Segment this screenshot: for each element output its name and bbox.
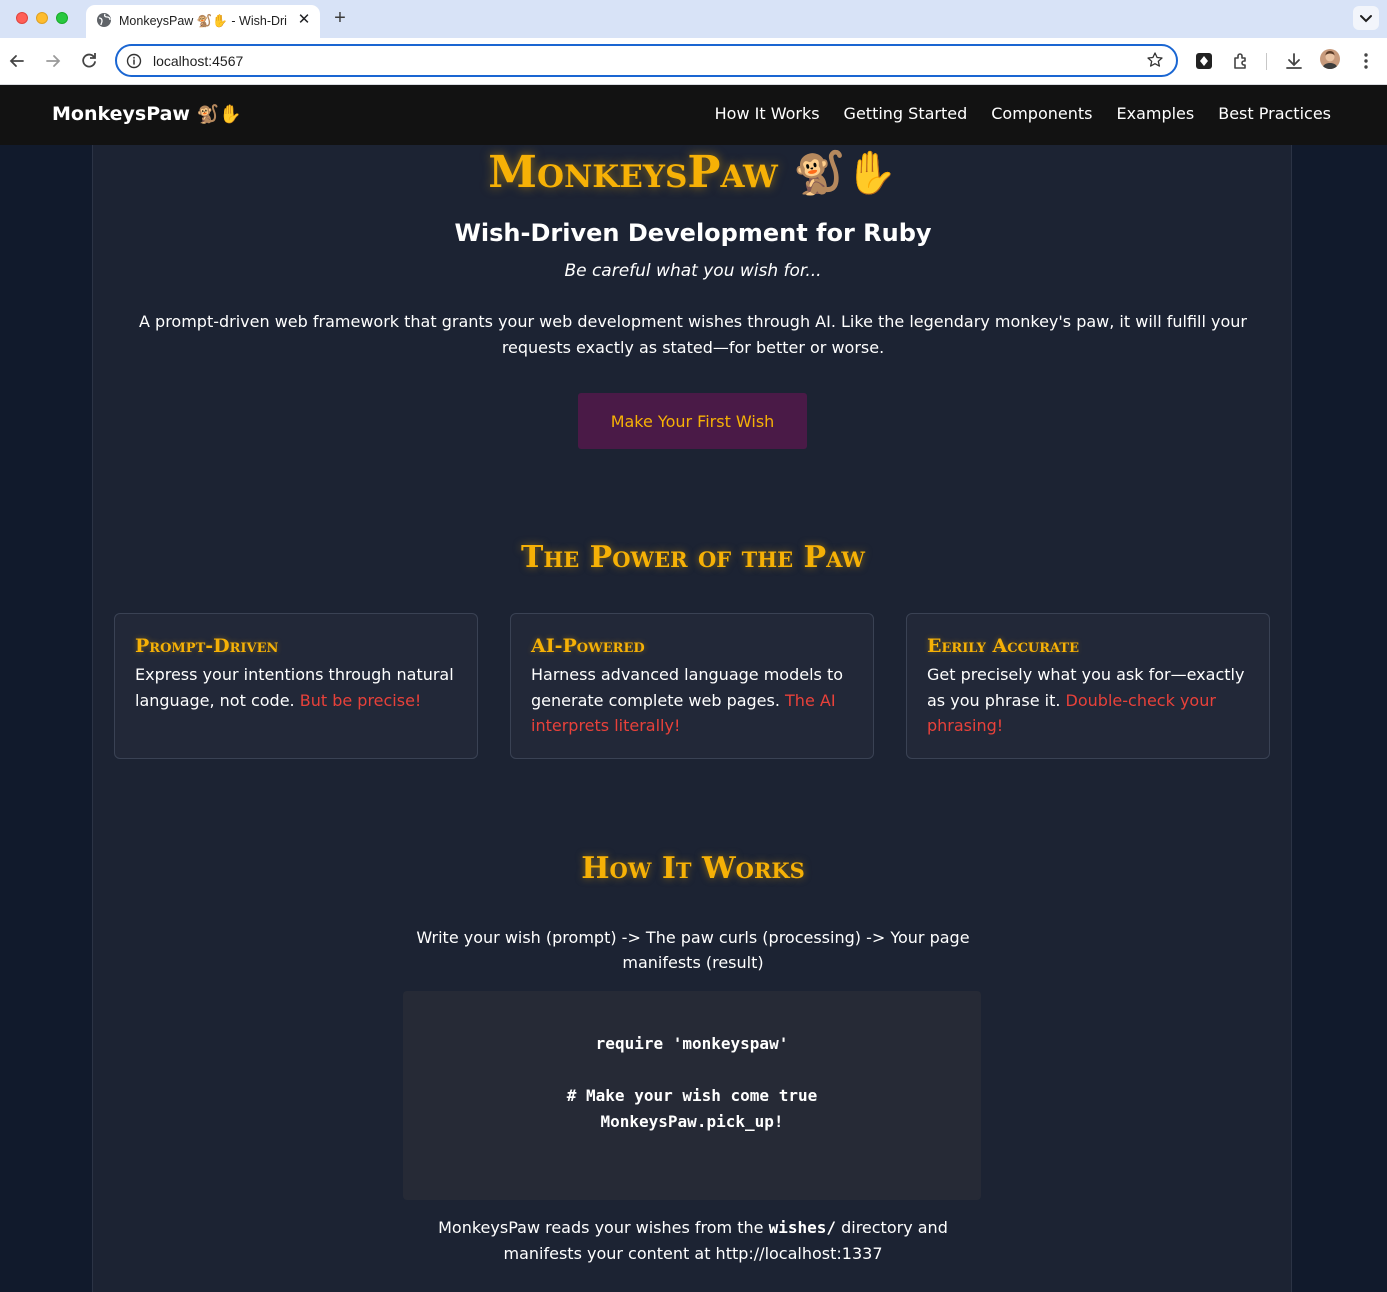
- hero-title-text: MonkeysPaw: [488, 147, 778, 198]
- nav-link-examples[interactable]: Examples: [1116, 104, 1194, 123]
- code-line: # Make your wish come true: [566, 1086, 818, 1105]
- site-navbar: MonkeysPaw 🐒✋ How It Works Getting Start…: [0, 85, 1387, 145]
- url-text[interactable]: localhost:4567: [153, 53, 243, 69]
- nav-link-getting-started[interactable]: Getting Started: [844, 104, 968, 123]
- how-it-works-footer: MonkeysPaw reads your wishes from the wi…: [413, 1215, 973, 1267]
- hero-tagline: Be careful what you wish for...: [564, 261, 822, 281]
- chevron-down-icon: [1360, 15, 1372, 23]
- hero-title: MonkeysPaw 🐒✋: [93, 147, 1293, 198]
- feature-card-text: Harness advanced language models to gene…: [531, 662, 853, 739]
- hero-description: A prompt-driven web framework that grant…: [139, 312, 1247, 357]
- how-it-works-flow: Write your wish (prompt) -> The paw curl…: [416, 928, 970, 972]
- how-it-works-title: How It Works: [581, 851, 805, 886]
- code-block: require 'monkeyspaw' # Make your wish co…: [403, 991, 981, 1200]
- features-title: The Power of the Paw: [521, 540, 865, 575]
- monkey-hand-icon: 🐒✋: [793, 148, 898, 197]
- minimize-window-button[interactable]: [36, 12, 48, 24]
- globe-icon: [97, 13, 111, 27]
- code-line: MonkeysPaw.pick_up!: [600, 1112, 784, 1131]
- extensions-puzzle-icon[interactable]: [1230, 50, 1252, 72]
- feature-card-eerily-accurate: Eerily Accurate Get precisely what you a…: [906, 613, 1270, 759]
- more-menu-icon[interactable]: [1355, 50, 1377, 72]
- back-arrow-icon[interactable]: [6, 50, 28, 72]
- reload-icon[interactable]: [78, 50, 100, 72]
- brand-name: MonkeysPaw: [52, 103, 190, 125]
- brand-logo[interactable]: MonkeysPaw 🐒✋: [52, 103, 241, 125]
- nav-links: How It Works Getting Started Components …: [715, 104, 1331, 123]
- nav-link-components[interactable]: Components: [991, 104, 1092, 123]
- address-bar[interactable]: localhost:4567: [115, 44, 1178, 77]
- tab-title: MonkeysPaw 🐒✋ - Wish-Driven Development …: [119, 14, 287, 28]
- feature-card-title: Eerily Accurate: [927, 635, 1080, 657]
- browser-tab-bar: MonkeysPaw 🐒✋ - Wish-Driven Development …: [0, 0, 1387, 38]
- footer-text-start: MonkeysPaw reads your wishes from the: [438, 1218, 769, 1237]
- forward-arrow-icon[interactable]: [42, 50, 64, 72]
- extension-icon[interactable]: [1193, 50, 1215, 72]
- feature-card-prompt-driven: Prompt-Driven Express your intentions th…: [114, 613, 478, 759]
- tab-search-button[interactable]: [1353, 6, 1379, 30]
- browser-tab[interactable]: MonkeysPaw 🐒✋ - Wish-Driven Development …: [86, 5, 320, 38]
- avatar-icon: [1322, 51, 1338, 69]
- code-line: require 'monkeyspaw': [595, 1034, 789, 1053]
- bookmark-star-icon[interactable]: [1146, 51, 1164, 69]
- feature-card-title: Prompt-Driven: [135, 635, 279, 657]
- web-page: MonkeysPaw 🐒✋ How It Works Getting Start…: [0, 85, 1387, 1292]
- close-tab-icon[interactable]: ✕: [296, 12, 312, 28]
- feature-card-text: Express your intentions through natural …: [135, 662, 457, 713]
- make-first-wish-button[interactable]: Make Your First Wish: [578, 393, 807, 449]
- nav-link-how-it-works[interactable]: How It Works: [715, 104, 820, 123]
- new-tab-button[interactable]: +: [330, 8, 350, 28]
- download-icon[interactable]: [1283, 50, 1305, 72]
- site-info-icon[interactable]: [125, 52, 143, 70]
- browser-toolbar: localhost:4567: [0, 38, 1387, 85]
- hero-subtitle: Wish-Driven Development for Ruby: [454, 219, 932, 247]
- feature-card-warning: But be precise!: [299, 690, 422, 710]
- feature-card-ai-powered: AI-Powered Harness advanced language mod…: [510, 613, 874, 759]
- nav-link-best-practices[interactable]: Best Practices: [1218, 104, 1331, 123]
- monkey-hand-icon: 🐒✋: [196, 104, 242, 125]
- main-content: MonkeysPaw 🐒✋ Wish-Driven Development fo…: [92, 145, 1292, 1292]
- close-window-button[interactable]: [16, 12, 28, 24]
- maximize-window-button[interactable]: [56, 12, 68, 24]
- toolbar-divider: [1266, 53, 1267, 70]
- wishes-directory-code: wishes/: [768, 1218, 836, 1237]
- profile-avatar[interactable]: [1320, 49, 1340, 69]
- feature-card-text: Get precisely what you ask for—exactly a…: [927, 662, 1249, 739]
- feature-card-title: AI-Powered: [531, 635, 645, 657]
